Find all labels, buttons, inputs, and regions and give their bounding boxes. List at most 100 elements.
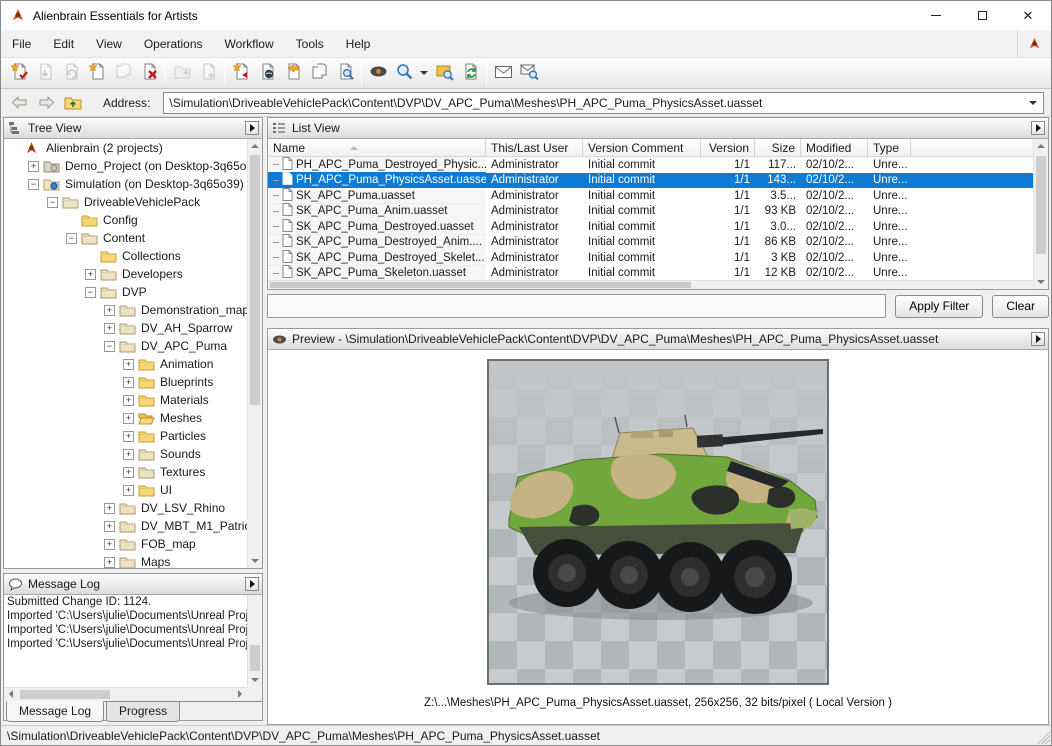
expand-icon[interactable]: + bbox=[123, 359, 134, 370]
close-button[interactable]: ✕ bbox=[1005, 1, 1051, 30]
tree-scroll-thumb[interactable] bbox=[250, 155, 260, 405]
tab-progress[interactable]: Progress bbox=[106, 702, 180, 722]
expand-icon[interactable]: + bbox=[104, 323, 115, 334]
delete-file-button[interactable] bbox=[136, 60, 162, 86]
up-folder-button[interactable] bbox=[62, 92, 84, 114]
list-row-ph-apc-puma-destroyed-physic[interactable]: PH_APC_Puma_Destroyed_Physic...Administr… bbox=[268, 157, 1033, 173]
menu-help[interactable]: Help bbox=[335, 31, 382, 57]
collapse-icon[interactable]: − bbox=[104, 341, 115, 352]
add-file-button[interactable] bbox=[6, 60, 32, 86]
search-button[interactable] bbox=[391, 60, 417, 86]
expand-icon[interactable]: + bbox=[123, 467, 134, 478]
tree-item-config[interactable]: Config bbox=[4, 211, 262, 229]
list-hscroll-thumb[interactable] bbox=[270, 282, 691, 288]
checkout-button[interactable] bbox=[254, 60, 280, 86]
list-vscroll-thumb[interactable] bbox=[1036, 156, 1046, 254]
expand-icon[interactable]: + bbox=[123, 395, 134, 406]
scroll-left-icon[interactable] bbox=[4, 688, 18, 700]
tree-view-menu-button[interactable] bbox=[245, 121, 259, 135]
log-horizontal-scrollbar[interactable] bbox=[4, 687, 247, 700]
collapse-icon[interactable]: − bbox=[47, 197, 58, 208]
tree-item-particles[interactable]: +Particles bbox=[4, 427, 262, 445]
apply-filter-button[interactable]: Apply Filter bbox=[895, 295, 983, 318]
collapse-icon[interactable]: − bbox=[85, 287, 96, 298]
list-row-sk-apc-puma-anim-uasset[interactable]: SK_APC_Puma_Anim.uassetAdministratorInit… bbox=[268, 204, 1033, 220]
tree-item-collections[interactable]: Collections bbox=[4, 247, 262, 265]
expand-icon[interactable]: + bbox=[104, 503, 115, 514]
tree-item-maps[interactable]: +Maps bbox=[4, 553, 262, 568]
forward-button[interactable] bbox=[35, 92, 57, 114]
column-header-version-comment[interactable]: Version Comment bbox=[583, 139, 701, 156]
mail-button[interactable] bbox=[490, 60, 516, 86]
collapse-icon[interactable]: − bbox=[28, 179, 39, 190]
search-caret-icon[interactable] bbox=[417, 60, 431, 86]
column-header-modified[interactable]: Modified bbox=[801, 139, 868, 156]
expand-icon[interactable]: + bbox=[123, 377, 134, 388]
scroll-down-icon[interactable] bbox=[248, 673, 262, 687]
log-vertical-scrollbar[interactable] bbox=[247, 595, 262, 687]
list-row-ph-apc-puma-physicsasset-uasset[interactable]: PH_APC_Puma_PhysicsAsset.uassetAdministr… bbox=[268, 173, 1033, 189]
collapse-icon[interactable]: − bbox=[66, 233, 77, 244]
clear-filter-button[interactable]: Clear bbox=[992, 295, 1049, 318]
refresh-button[interactable] bbox=[457, 60, 483, 86]
tree-item-driveablevehiclepack[interactable]: −DriveableVehiclePack bbox=[4, 193, 262, 211]
expand-icon[interactable]: + bbox=[123, 449, 134, 460]
column-header-type[interactable]: Type bbox=[868, 139, 911, 156]
tree-item-demonstration-map[interactable]: +Demonstration_map bbox=[4, 301, 262, 319]
list-horizontal-scrollbar[interactable] bbox=[268, 280, 1033, 289]
tree-vertical-scrollbar[interactable] bbox=[247, 139, 262, 568]
scroll-down-icon[interactable] bbox=[248, 554, 262, 568]
submit-button[interactable] bbox=[280, 60, 306, 86]
resize-grip[interactable] bbox=[1037, 731, 1050, 744]
tab-message-log[interactable]: Message Log bbox=[6, 701, 104, 722]
tree-item-materials[interactable]: +Materials bbox=[4, 391, 262, 409]
tree-item-dv-apc-puma[interactable]: −DV_APC_Puma bbox=[4, 337, 262, 355]
expand-icon[interactable]: + bbox=[123, 431, 134, 442]
menu-tools[interactable]: Tools bbox=[285, 31, 335, 57]
back-button[interactable] bbox=[8, 92, 30, 114]
tree-item-blueprints[interactable]: +Blueprints bbox=[4, 373, 262, 391]
list-row-sk-apc-puma-destroyed-anim[interactable]: SK_APC_Puma_Destroyed_Anim....Administra… bbox=[268, 235, 1033, 251]
tree-item-simulation-on-desktop-3q65o39[interactable]: −Simulation (on Desktop-3q65o39) bbox=[4, 175, 262, 193]
menu-workflow[interactable]: Workflow bbox=[214, 31, 285, 57]
scroll-up-icon[interactable] bbox=[248, 139, 262, 153]
address-field[interactable]: \Simulation\DriveableVehiclePack\Content… bbox=[163, 92, 1044, 114]
tree-item-alienbrain-2-projects[interactable]: Alienbrain (2 projects) bbox=[4, 139, 262, 157]
column-header-size[interactable]: Size bbox=[755, 139, 801, 156]
menu-edit[interactable]: Edit bbox=[42, 31, 85, 57]
expand-icon[interactable]: + bbox=[104, 557, 115, 568]
tree-item-demo-project-on-desktop-3q65o39[interactable]: +Demo_Project (on Desktop-3q65o39) bbox=[4, 157, 262, 175]
expand-icon[interactable]: + bbox=[123, 413, 134, 424]
expand-icon[interactable]: + bbox=[104, 521, 115, 532]
list-row-sk-apc-puma-destroyed-uasset[interactable]: SK_APC_Puma_Destroyed.uassetAdministrato… bbox=[268, 219, 1033, 235]
tree-item-fob-map[interactable]: +FOB_map bbox=[4, 535, 262, 553]
tree-item-ui[interactable]: +UI bbox=[4, 481, 262, 499]
thumbnail-search-button[interactable] bbox=[431, 60, 457, 86]
scroll-right-icon[interactable] bbox=[233, 688, 247, 700]
list-row-sk-apc-puma-destroyed-skelet[interactable]: SK_APC_Puma_Destroyed_Skelet...Administr… bbox=[268, 250, 1033, 266]
menu-view[interactable]: View bbox=[85, 31, 133, 57]
menu-operations[interactable]: Operations bbox=[133, 31, 214, 57]
tree-item-animation[interactable]: +Animation bbox=[4, 355, 262, 373]
column-header-this-last-user[interactable]: This/Last User bbox=[486, 139, 583, 156]
expand-icon[interactable]: + bbox=[123, 485, 134, 496]
tree-item-dvp[interactable]: −DVP bbox=[4, 283, 262, 301]
tree-item-textures[interactable]: +Textures bbox=[4, 463, 262, 481]
menu-file[interactable]: File bbox=[1, 31, 42, 57]
filter-input[interactable] bbox=[267, 294, 886, 318]
mail-search-button[interactable] bbox=[516, 60, 542, 86]
column-header-version[interactable]: Version bbox=[701, 139, 755, 156]
tree-item-sounds[interactable]: +Sounds bbox=[4, 445, 262, 463]
find-files-button[interactable] bbox=[332, 60, 358, 86]
minimize-button[interactable] bbox=[913, 1, 959, 30]
log-hscroll-thumb[interactable] bbox=[20, 690, 110, 699]
scroll-down-icon[interactable] bbox=[1034, 275, 1048, 289]
list-row-sk-apc-puma-uasset[interactable]: SK_APC_Puma.uassetAdministratorInitial c… bbox=[268, 188, 1033, 204]
tree-item-content[interactable]: −Content bbox=[4, 229, 262, 247]
list-vertical-scrollbar[interactable] bbox=[1033, 139, 1048, 289]
tree-item-developers[interactable]: +Developers bbox=[4, 265, 262, 283]
expand-icon[interactable]: + bbox=[104, 539, 115, 550]
log-vscroll-thumb[interactable] bbox=[250, 645, 260, 671]
expand-icon[interactable]: + bbox=[85, 269, 96, 280]
tree-item-dv-mbt-m1-patriot[interactable]: +DV_MBT_M1_Patriot bbox=[4, 517, 262, 535]
